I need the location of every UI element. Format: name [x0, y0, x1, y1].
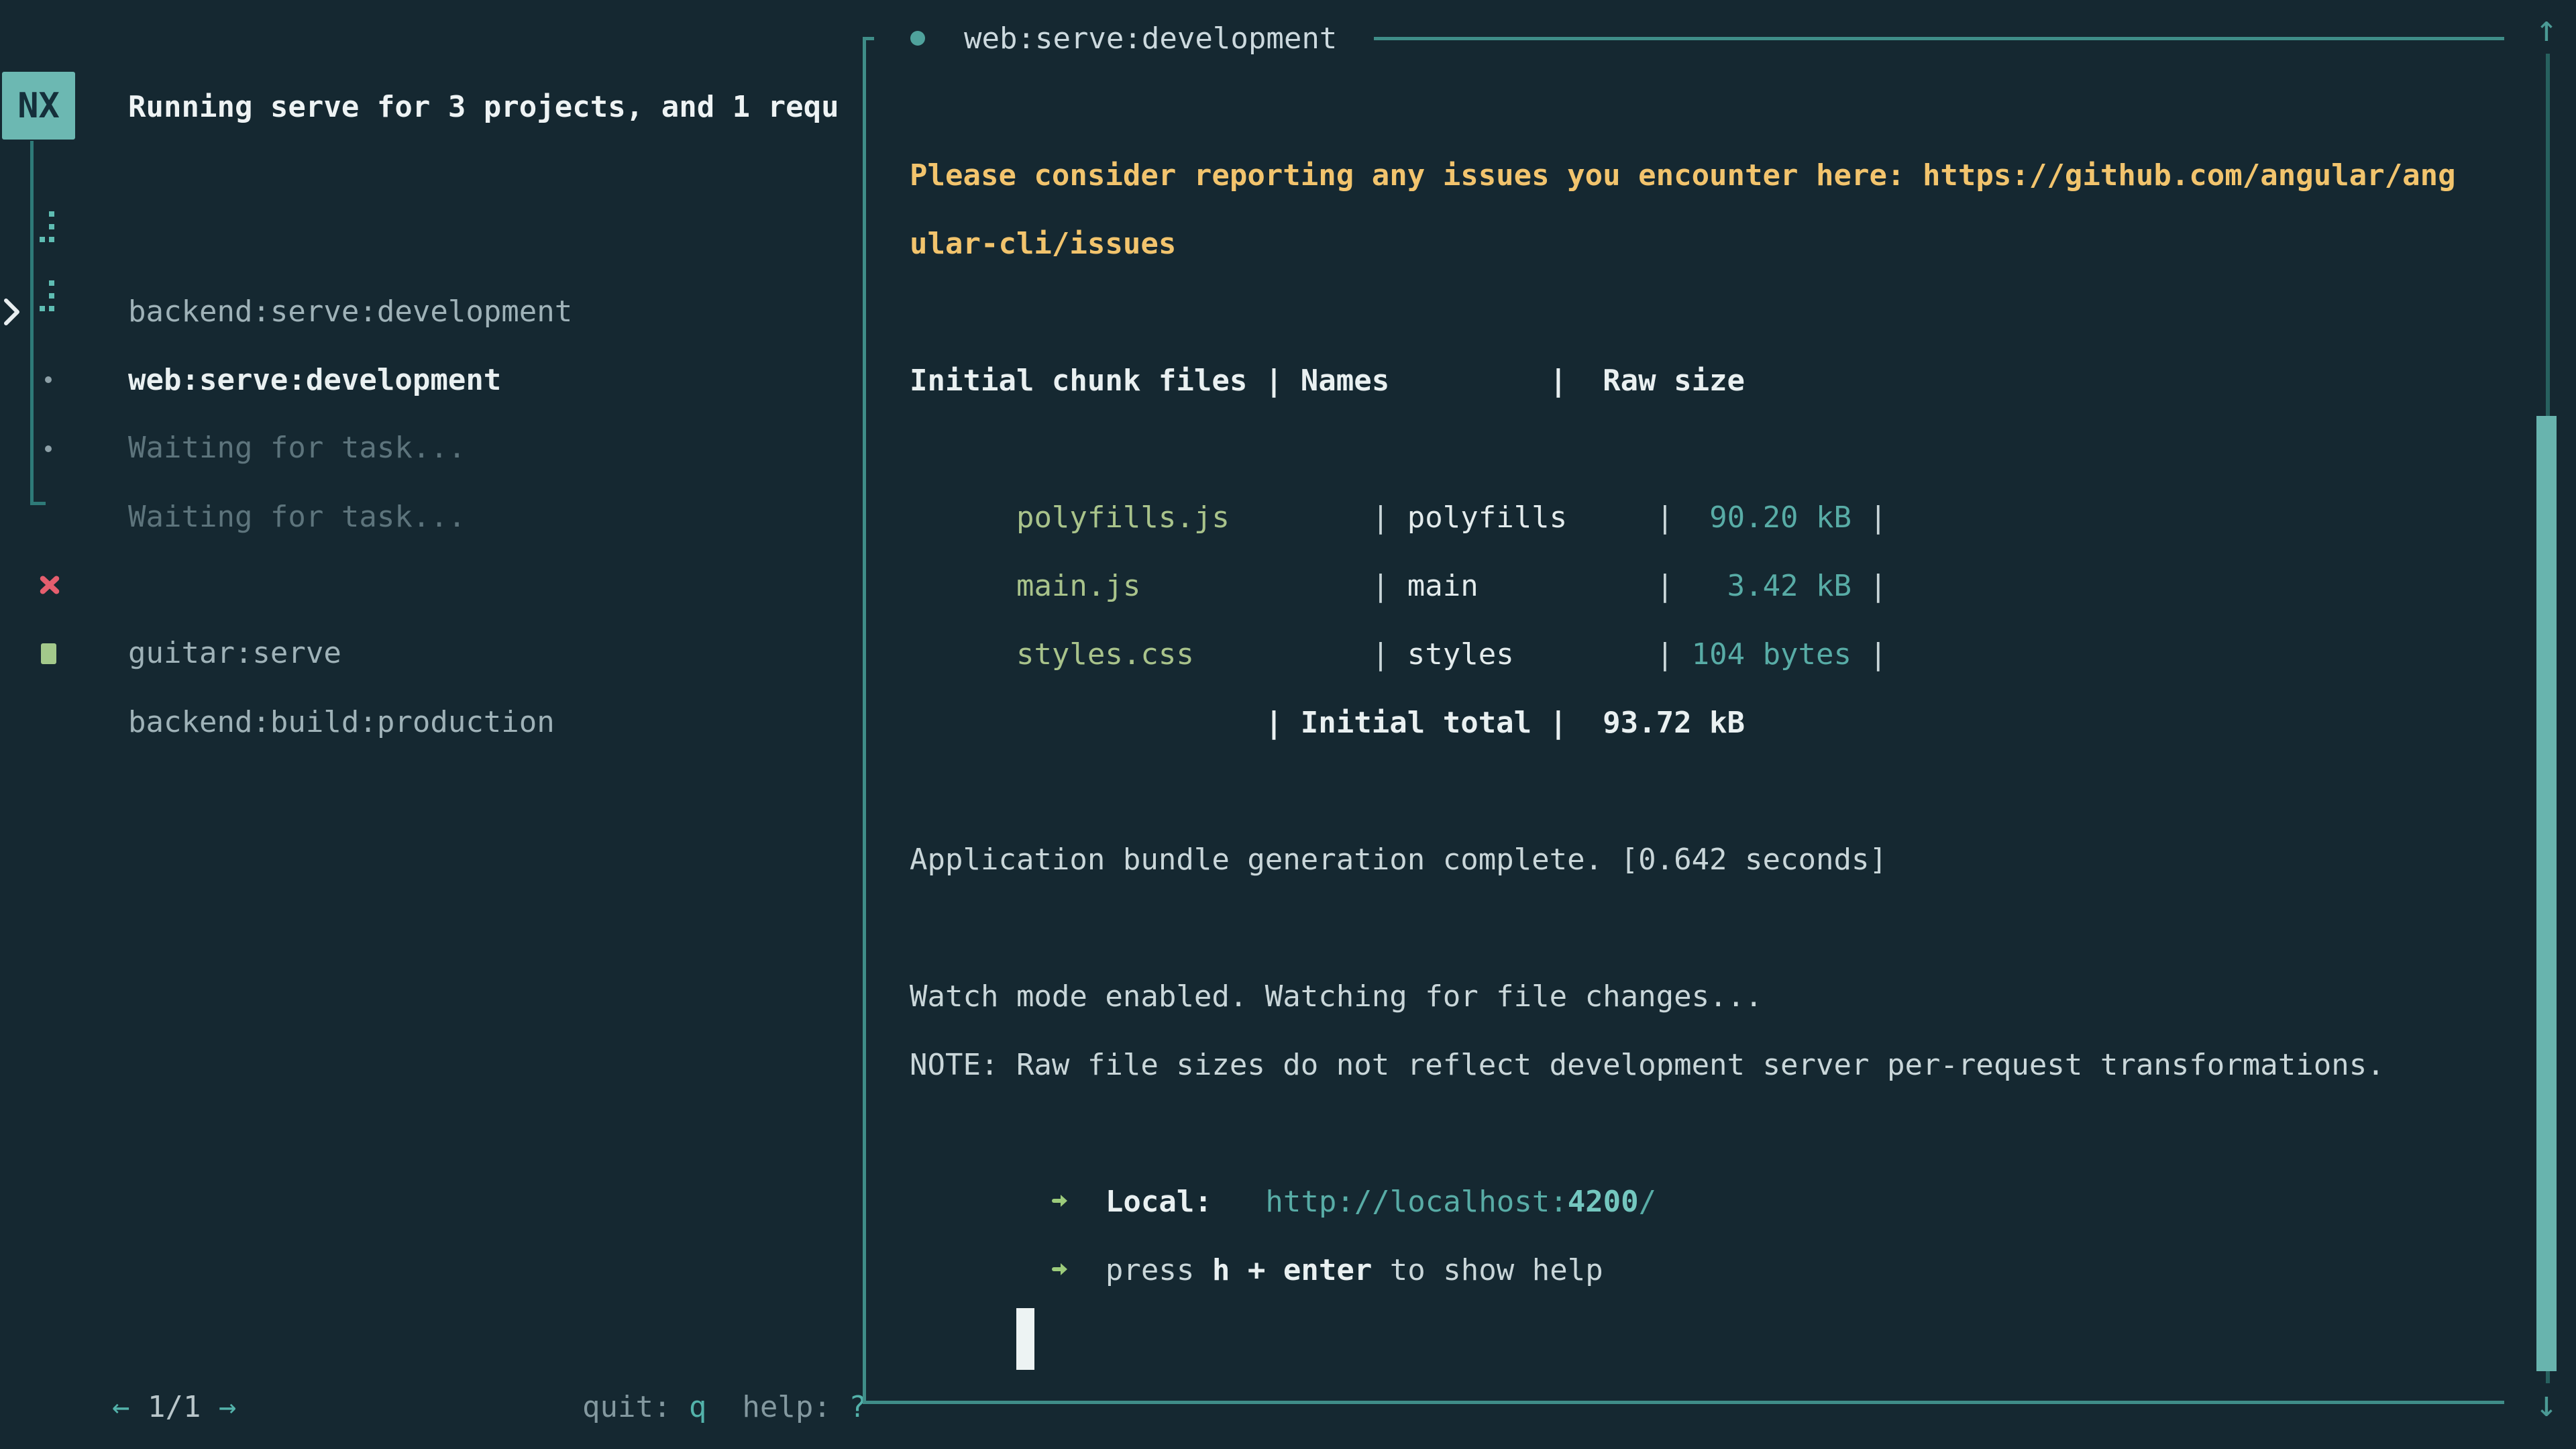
blank-line [910, 278, 2506, 347]
sidebar-task-guitar-serve[interactable]: guitar:serve [0, 551, 859, 619]
column-separator: | [1851, 569, 1887, 603]
gap [1212, 1185, 1265, 1219]
hint-separator [706, 1390, 742, 1424]
panel-border-left [863, 38, 866, 1404]
column-separator: | [1851, 500, 1887, 535]
arrow-right-icon [1052, 1189, 1070, 1213]
panel-title-row: web:serve:development [863, 5, 2504, 72]
sidebar-task-backend-build[interactable]: backend:build:production [0, 620, 859, 688]
column-separator: | [1851, 637, 1887, 672]
hint-text: press [1106, 1253, 1212, 1287]
indent [1016, 1185, 1052, 1219]
panel-border-stub [863, 37, 874, 40]
file-name: polyfills.js [1016, 500, 1230, 535]
panel-border-bottom [863, 1401, 2504, 1404]
sidebar-task-waiting-1[interactable]: Waiting for task... [0, 345, 859, 414]
panel-title: web:serve:development [964, 21, 1337, 56]
raw-size: 104 bytes [1692, 637, 1851, 672]
indent [1016, 1253, 1052, 1287]
local-url-line: Local: http://localhost:4200/ [910, 1099, 2506, 1168]
notice-line: ular-cli/issues [910, 210, 2506, 278]
nx-logo-label: NX [17, 86, 60, 126]
terminal-output: Please consider reporting any issues you… [910, 142, 2506, 1305]
url-host: http://localhost: [1265, 1185, 1567, 1219]
raw-size: 90.20 kB [1692, 500, 1851, 535]
pager-right-icon[interactable]: → [219, 1390, 237, 1424]
pager-page-indicator: 1/1 [129, 1390, 218, 1424]
arrow-right-icon [1052, 1257, 1070, 1281]
column-separator: | [1140, 569, 1407, 603]
blank-line [910, 894, 2506, 963]
column-separator: | [1514, 637, 1692, 672]
nx-terminal-ui: NX Running serve for 3 projects, and 1 r… [0, 0, 2576, 1449]
key-h: h [1212, 1253, 1230, 1287]
bundle-complete-line: Application bundle generation complete. … [910, 826, 2506, 894]
chunk-table-row: polyfills.js | polyfills | 90.20 kB | [910, 415, 2506, 484]
chunk-name: main [1407, 569, 1479, 603]
pager-left-icon[interactable]: ← [112, 1390, 130, 1424]
column-separator: | [1479, 569, 1692, 603]
chunk-name: polyfills [1407, 500, 1567, 535]
key-enter: enter [1283, 1253, 1372, 1287]
task-label: backend:build:production [128, 688, 555, 757]
file-name: styles.css [1016, 637, 1194, 672]
hint-text: + [1230, 1253, 1283, 1287]
watch-mode-line: Watch mode enabled. Watching for file ch… [910, 963, 2506, 1031]
initial-total-row: | Initial total | 93.72 kB [910, 689, 2506, 757]
pager: ← 1/1 → [41, 1305, 236, 1373]
chunk-name: styles [1407, 637, 1514, 672]
running-dot-icon [910, 31, 925, 46]
url-port: 4200 [1568, 1185, 1639, 1219]
quit-key: q [689, 1390, 707, 1424]
task-label: Waiting for task... [128, 483, 466, 551]
column-separator: | [1567, 500, 1691, 535]
panel-border-top [1374, 37, 2504, 40]
terminal-cursor [1016, 1308, 1034, 1370]
hint-text: to show help [1372, 1253, 1603, 1287]
local-label: Local: [1106, 1185, 1212, 1219]
gap [1070, 1185, 1106, 1219]
chunk-table-header: Initial chunk files | Names | Raw size [910, 347, 2506, 415]
sidebar-task-web-serve[interactable]: web:serve:development [0, 278, 859, 346]
nx-logo: NX [2, 72, 75, 140]
notice-line: Please consider reporting any issues you… [910, 142, 2506, 210]
keyboard-hints: quit: q help: ? [511, 1305, 867, 1373]
quit-hint-label: quit: [582, 1390, 689, 1424]
sidebar-task-waiting-2[interactable]: Waiting for task... [0, 415, 859, 483]
blank-line [910, 757, 2506, 826]
local-url[interactable]: http://localhost:4200/ [1265, 1185, 1656, 1219]
help-hint-label: help: [742, 1390, 849, 1424]
column-separator: | [1194, 637, 1407, 672]
scroll-up-icon[interactable]: ↑ [2526, 5, 2567, 52]
gap [1070, 1253, 1106, 1287]
column-separator: | [1230, 500, 1407, 535]
scrollbar-thumb[interactable] [2536, 416, 2557, 1371]
url-slash: / [1639, 1185, 1657, 1219]
sidebar-task-backend-serve[interactable]: backend:serve:development [0, 209, 859, 278]
raw-size: 3.42 kB [1692, 569, 1851, 603]
scroll-down-icon[interactable]: ↓ [2526, 1381, 2567, 1428]
file-name: main.js [1016, 569, 1140, 603]
app-title: Running serve for 3 projects, and 1 requ [128, 73, 858, 142]
note-line: NOTE: Raw file sizes do not reflect deve… [910, 1031, 2506, 1099]
